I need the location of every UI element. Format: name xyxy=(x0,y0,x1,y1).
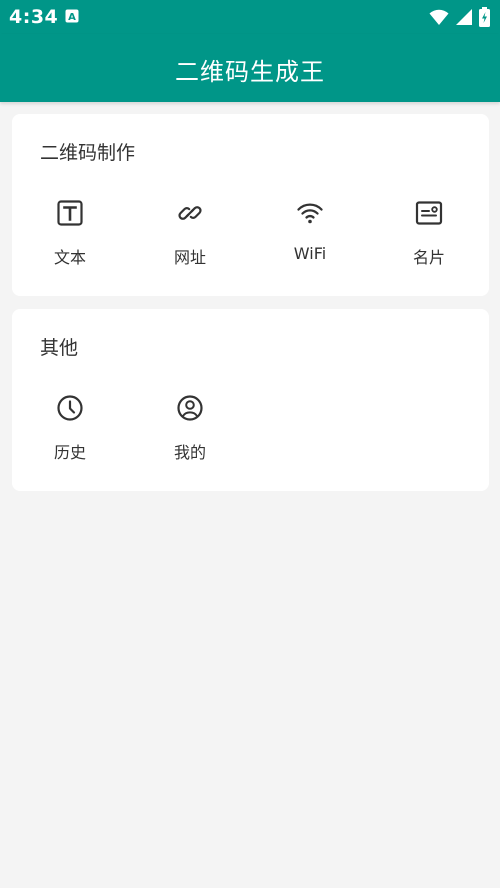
card-qr-label: 名片 xyxy=(412,248,445,267)
a-notification-icon: A xyxy=(65,9,79,23)
history-label: 历史 xyxy=(53,443,86,462)
status-icons xyxy=(429,7,490,27)
history-button[interactable]: 历史 xyxy=(20,393,120,463)
app-bar: 二维码生成王 xyxy=(0,34,500,102)
card-qr-button[interactable]: 名片 xyxy=(379,198,479,268)
signal-icon xyxy=(456,9,472,25)
battery-icon xyxy=(479,7,490,27)
section-title-other: 其他 xyxy=(40,337,79,359)
clock-icon xyxy=(57,395,83,421)
wifi-icon xyxy=(297,203,323,224)
section-title-make: 二维码制作 xyxy=(40,142,136,164)
url-qr-button[interactable]: 网址 xyxy=(140,198,240,268)
business-card-icon xyxy=(415,201,443,225)
wifi-qr-button[interactable]: WiFi xyxy=(260,198,360,268)
status-bar: 4:34 A xyxy=(0,0,500,34)
wifi-icon xyxy=(429,9,449,25)
app-title: 二维码生成王 xyxy=(175,58,325,86)
mine-button[interactable]: 我的 xyxy=(140,393,240,463)
text-qr-button[interactable]: 文本 xyxy=(20,198,120,268)
mine-label: 我的 xyxy=(173,443,206,462)
user-icon xyxy=(177,395,203,421)
other-card: 其他 历史 我的 xyxy=(12,309,489,491)
svg-text:A: A xyxy=(68,12,76,23)
status-time: 4:34 xyxy=(9,6,59,28)
wifi-qr-label: WiFi xyxy=(293,244,327,263)
text-icon xyxy=(57,200,83,226)
qr-make-card: 二维码制作 文本 网址 WiFi 名片 xyxy=(12,114,489,296)
url-qr-label: 网址 xyxy=(173,248,206,267)
text-qr-label: 文本 xyxy=(53,248,86,267)
link-icon xyxy=(178,206,202,220)
